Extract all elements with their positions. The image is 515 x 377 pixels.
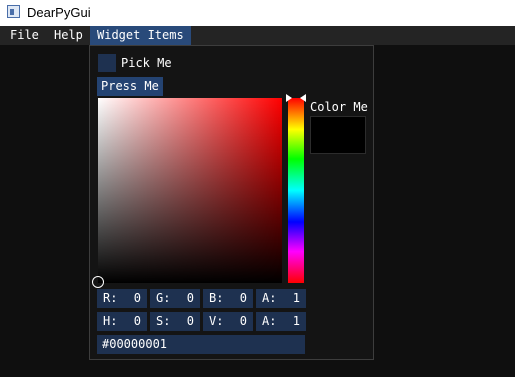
widget-items-menu-popup: Pick Me Press Me Color Me R: 0 G: 0 B: 0… — [89, 45, 374, 360]
field-s-label: S: — [156, 314, 171, 328]
hue-arrow-right-icon — [300, 94, 306, 102]
menu-widget-items[interactable]: Widget Items — [90, 26, 191, 45]
field-g[interactable]: G: 0 — [150, 289, 200, 308]
field-b-value: 0 — [239, 291, 247, 305]
color-me-label: Color Me — [310, 100, 368, 114]
press-me-button[interactable]: Press Me — [97, 77, 163, 96]
color-me-preview-swatch[interactable] — [310, 116, 366, 154]
field-r-value: 0 — [133, 291, 141, 305]
field-alpha[interactable]: A: 1 — [256, 312, 306, 331]
field-v[interactable]: V: 0 — [203, 312, 253, 331]
menu-bar: File Help Widget Items — [0, 26, 515, 45]
field-a-value: 1 — [292, 291, 300, 305]
field-h[interactable]: H: 0 — [97, 312, 147, 331]
window-titlebar: DearPyGui — [0, 0, 515, 26]
app-icon — [7, 5, 20, 18]
menu-file[interactable]: File — [3, 26, 46, 45]
field-b-label: B: — [209, 291, 224, 305]
field-a-label: A: — [262, 291, 277, 305]
field-s[interactable]: S: 0 — [150, 312, 200, 331]
field-v-value: 0 — [239, 314, 247, 328]
field-alpha-value: 1 — [292, 314, 300, 328]
saturation-value-picker[interactable] — [92, 98, 282, 288]
sv-cursor-handle[interactable] — [92, 276, 104, 288]
field-s-value: 0 — [186, 314, 194, 328]
field-r-label: R: — [103, 291, 118, 305]
field-h-label: H: — [103, 314, 118, 328]
pick-me-color-button[interactable] — [98, 54, 116, 72]
field-b[interactable]: B: 0 — [203, 289, 253, 308]
field-alpha-label: A: — [262, 314, 277, 328]
pick-me-label: Pick Me — [121, 56, 172, 70]
hue-slider[interactable] — [286, 94, 306, 283]
field-a[interactable]: A: 1 — [256, 289, 306, 308]
field-g-value: 0 — [186, 291, 194, 305]
hex-input[interactable]: #00000001 — [97, 335, 305, 354]
menu-help[interactable]: Help — [47, 26, 90, 45]
field-v-label: V: — [209, 314, 224, 328]
window-title: DearPyGui — [27, 5, 91, 20]
field-g-label: G: — [156, 291, 171, 305]
hue-arrow-left-icon — [286, 94, 292, 102]
field-r[interactable]: R: 0 — [97, 289, 147, 308]
field-h-value: 0 — [133, 314, 141, 328]
